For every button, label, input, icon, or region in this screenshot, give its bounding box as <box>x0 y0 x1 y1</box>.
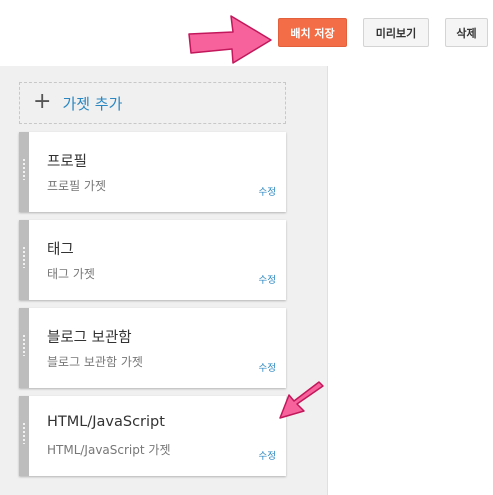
gadget-title: HTML/JavaScript <box>47 414 165 430</box>
gadget-edit-link[interactable]: 수정 <box>259 360 276 374</box>
gadget-card-profile[interactable]: 프로필 프로필 가젯 수정 <box>19 132 286 212</box>
gadget-subtitle: 블로그 보관함 가젯 <box>47 355 143 369</box>
add-gadget-button[interactable]: + 가젯 추가 <box>19 82 286 124</box>
drag-handle-icon[interactable] <box>19 132 29 212</box>
gadget-title: 블로그 보관함 <box>47 330 132 346</box>
annotation-arrow-icon <box>188 15 272 64</box>
gadget-card-tags[interactable]: 태그 태그 가젯 수정 <box>19 220 286 300</box>
gadget-edit-link[interactable]: 수정 <box>259 272 276 286</box>
delete-button[interactable]: 삭제 <box>445 18 488 47</box>
gadget-title: 프로필 <box>47 154 88 170</box>
gadget-edit-link[interactable]: 수정 <box>259 448 276 462</box>
drag-handle-icon[interactable] <box>19 396 29 476</box>
drag-handle-icon[interactable] <box>19 308 29 388</box>
gadget-title: 태그 <box>47 242 74 258</box>
gadget-subtitle: 프로필 가젯 <box>47 179 107 193</box>
gadget-subtitle: HTML/JavaScript 가젯 <box>47 443 171 457</box>
add-gadget-label: 가젯 추가 <box>62 94 123 113</box>
drag-handle-icon[interactable] <box>19 220 29 300</box>
gadget-subtitle: 태그 가젯 <box>47 267 95 281</box>
preview-button[interactable]: 미리보기 <box>363 18 429 47</box>
gadget-card-blog-archive[interactable]: 블로그 보관함 블로그 보관함 가젯 수정 <box>19 308 286 388</box>
annotation-arrow-icon <box>279 381 324 419</box>
save-arrangement-button[interactable]: 배치 저장 <box>278 18 347 47</box>
gadget-card-html-javascript[interactable]: HTML/JavaScript HTML/JavaScript 가젯 수정 <box>19 396 286 476</box>
layout-editor: 배치 저장 미리보기 삭제 + 가젯 추가 프로필 프로필 가젯 수정 태그 태… <box>0 0 493 495</box>
plus-icon: + <box>33 89 52 114</box>
gadget-edit-link[interactable]: 수정 <box>259 184 276 198</box>
